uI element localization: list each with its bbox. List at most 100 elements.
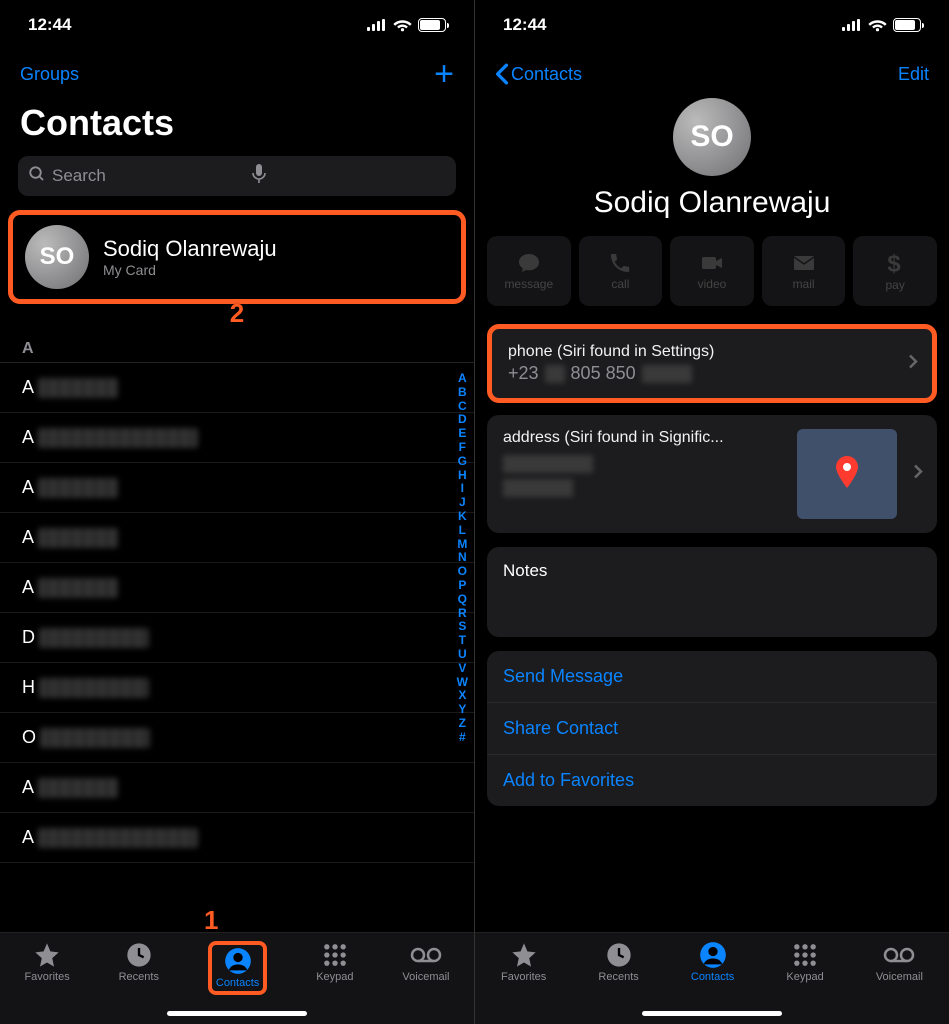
- chevron-right-icon: [908, 353, 918, 374]
- index-letter[interactable]: N: [457, 551, 468, 565]
- annotation-2: 2: [230, 298, 244, 329]
- page-title: Contacts: [20, 102, 454, 144]
- redacted: [38, 428, 198, 448]
- index-letter[interactable]: M: [457, 538, 468, 552]
- index-letter[interactable]: J: [457, 496, 468, 510]
- redacted: [39, 628, 149, 648]
- index-letter[interactable]: X: [457, 689, 468, 703]
- status-bar: 12:44: [475, 0, 949, 50]
- contacts-list[interactable]: A A A A A A D H O A A: [0, 336, 474, 932]
- status-time: 12:44: [28, 15, 71, 35]
- tab-voicemail[interactable]: Voicemail: [402, 941, 449, 983]
- redacted: [39, 678, 149, 698]
- index-letter[interactable]: U: [457, 648, 468, 662]
- groups-button[interactable]: Groups: [20, 64, 79, 85]
- home-indicator[interactable]: [642, 1011, 782, 1016]
- signal-icon: [842, 19, 862, 31]
- tab-contacts[interactable]: Contacts: [208, 941, 267, 995]
- tab-keypad[interactable]: Keypad: [786, 941, 823, 983]
- my-card-row[interactable]: SO Sodiq Olanrewaju My Card: [25, 225, 449, 289]
- index-letter[interactable]: Q: [457, 593, 468, 607]
- list-item[interactable]: A: [0, 763, 474, 813]
- contact-name: Sodiq Olanrewaju: [594, 186, 831, 220]
- index-letter[interactable]: L: [457, 524, 468, 538]
- redacted: [38, 828, 198, 848]
- dictate-icon[interactable]: [252, 164, 446, 189]
- redacted: [38, 578, 118, 598]
- index-letter[interactable]: H: [457, 469, 468, 483]
- index-letter[interactable]: I: [457, 482, 468, 496]
- index-letter[interactable]: F: [457, 441, 468, 455]
- home-indicator[interactable]: [167, 1011, 307, 1016]
- index-letter[interactable]: V: [457, 662, 468, 676]
- redacted: [38, 378, 118, 398]
- tab-bar: Favorites Recents Contacts Keypad Voicem…: [475, 932, 949, 1024]
- message-action[interactable]: message: [487, 236, 571, 306]
- redacted: [38, 478, 118, 498]
- avatar[interactable]: SO: [673, 98, 751, 176]
- address-row[interactable]: address (Siri found in Signific...: [487, 415, 937, 533]
- index-letter[interactable]: K: [457, 510, 468, 524]
- list-item[interactable]: A: [0, 413, 474, 463]
- map-pin-icon: [834, 456, 860, 493]
- list-item[interactable]: A: [0, 563, 474, 613]
- index-letter[interactable]: G: [457, 455, 468, 469]
- tab-favorites[interactable]: Favorites: [501, 941, 546, 983]
- index-letter[interactable]: C: [457, 400, 468, 414]
- index-letter[interactable]: #: [457, 731, 468, 745]
- tab-recents[interactable]: Recents: [119, 941, 159, 983]
- phone-row[interactable]: phone (Siri found in Settings) +23 805 8…: [487, 324, 937, 403]
- call-action[interactable]: call: [579, 236, 663, 306]
- send-message-link[interactable]: Send Message: [487, 651, 937, 703]
- list-item[interactable]: A: [0, 513, 474, 563]
- index-letter[interactable]: P: [457, 579, 468, 593]
- pay-action[interactable]: $ pay: [853, 236, 937, 306]
- action-links: Send Message Share Contact Add to Favori…: [487, 651, 937, 806]
- battery-icon: [418, 18, 446, 32]
- index-letter[interactable]: Y: [457, 703, 468, 717]
- index-letter[interactable]: E: [457, 427, 468, 441]
- redacted: [503, 479, 573, 497]
- mail-action[interactable]: mail: [762, 236, 846, 306]
- list-item[interactable]: H: [0, 663, 474, 713]
- phone-label: phone (Siri found in Settings): [508, 343, 892, 361]
- tab-favorites[interactable]: Favorites: [24, 941, 69, 983]
- index-letter[interactable]: S: [457, 620, 468, 634]
- contact-detail-screen: 12:44 Contacts Edit SO Sodiq Olanrewaju …: [474, 0, 949, 1024]
- index-letter[interactable]: D: [457, 413, 468, 427]
- list-item[interactable]: A: [0, 813, 474, 863]
- nav-bar: Groups +: [0, 50, 474, 98]
- index-letter[interactable]: Z: [457, 717, 468, 731]
- add-contact-button[interactable]: +: [434, 57, 454, 91]
- edit-button[interactable]: Edit: [898, 64, 929, 85]
- tab-recents[interactable]: Recents: [598, 941, 638, 983]
- tab-voicemail[interactable]: Voicemail: [876, 941, 923, 983]
- status-bar: 12:44: [0, 0, 474, 50]
- redacted: [38, 528, 118, 548]
- svg-text:$: $: [888, 251, 901, 276]
- action-row: message call video mail $ pay: [475, 236, 949, 306]
- index-letter[interactable]: T: [457, 634, 468, 648]
- my-card-sub: My Card: [103, 262, 277, 278]
- back-button[interactable]: Contacts: [495, 63, 582, 85]
- video-action[interactable]: video: [670, 236, 754, 306]
- list-item[interactable]: D: [0, 613, 474, 663]
- index-letter[interactable]: R: [457, 607, 468, 621]
- alpha-index[interactable]: ABCDEFGHIJKLMNOPQRSTUVWXYZ#: [457, 372, 468, 745]
- list-item[interactable]: A: [0, 363, 474, 413]
- tab-contacts[interactable]: Contacts: [691, 941, 734, 983]
- notes-field[interactable]: Notes: [487, 547, 937, 637]
- share-contact-link[interactable]: Share Contact: [487, 703, 937, 755]
- index-letter[interactable]: O: [457, 565, 468, 579]
- list-item[interactable]: O: [0, 713, 474, 763]
- wifi-icon: [393, 18, 412, 32]
- tab-keypad[interactable]: Keypad: [316, 941, 353, 983]
- tab-bar: Favorites Recents Contacts Keypad Voicem…: [0, 932, 474, 1024]
- list-item[interactable]: A: [0, 463, 474, 513]
- map-thumbnail[interactable]: [797, 429, 897, 519]
- index-letter[interactable]: W: [457, 676, 468, 690]
- add-favorites-link[interactable]: Add to Favorites: [487, 755, 937, 806]
- search-field[interactable]: Search: [18, 156, 456, 196]
- index-letter[interactable]: A: [457, 372, 468, 386]
- index-letter[interactable]: B: [457, 386, 468, 400]
